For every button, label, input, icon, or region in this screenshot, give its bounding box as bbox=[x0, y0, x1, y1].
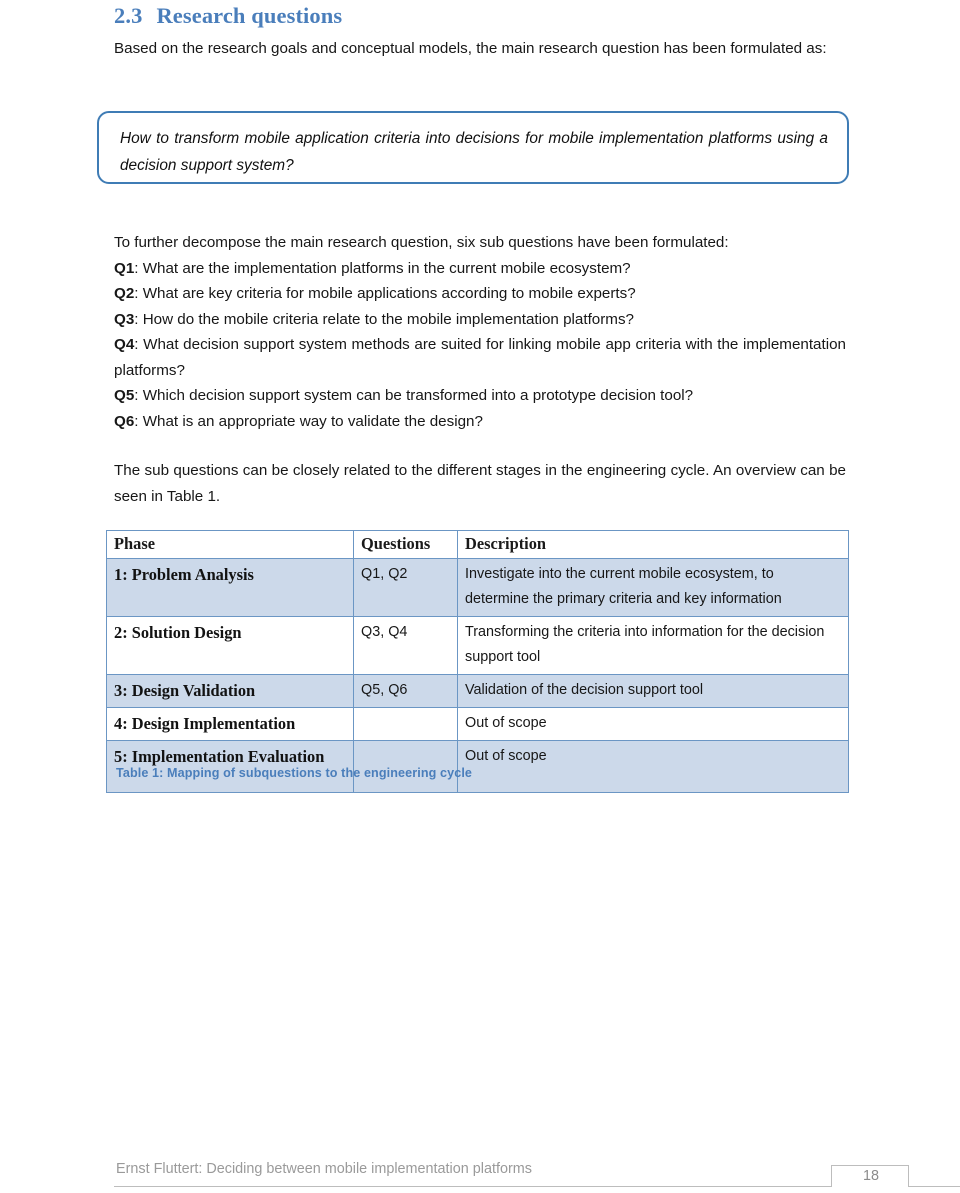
sub-question-q5: Q5: Which decision support system can be… bbox=[114, 383, 846, 409]
column-header-description: Description bbox=[457, 530, 849, 559]
table-header-row: Phase Questions Description bbox=[106, 530, 849, 559]
phase-table-wrapper: Phase Questions Description 1: Problem A… bbox=[106, 530, 849, 793]
table-row: 2: Solution Design Q3, Q4 Transforming t… bbox=[106, 616, 849, 675]
sub-question-q4-label: Q4 bbox=[114, 336, 135, 353]
cell-questions: Q5, Q6 bbox=[353, 674, 458, 708]
cell-phase: 2: Solution Design bbox=[106, 616, 354, 675]
sub-question-q3-label: Q3 bbox=[114, 310, 135, 328]
document-page: 2.3 Research questions Based on the resea… bbox=[0, 0, 960, 1193]
sub-question-q1: Q1: What are the implementation platform… bbox=[114, 256, 846, 282]
sub-question-q4: Q4: What decision support system methods… bbox=[114, 332, 846, 383]
table-row: 3: Design Validation Q5, Q6 Validation o… bbox=[106, 674, 849, 708]
sub-questions-section: To further decompose the main research q… bbox=[114, 230, 846, 509]
sub-question-q2-text: : What are key criteria for mobile appli… bbox=[134, 285, 636, 302]
phase-question-table: Phase Questions Description 1: Problem A… bbox=[106, 530, 849, 793]
cell-description: Investigate into the current mobile ecos… bbox=[457, 558, 849, 617]
sub-question-q3: Q3: How do the mobile criteria relate to… bbox=[114, 307, 846, 333]
cell-description: Out of scope bbox=[457, 707, 849, 741]
column-header-questions: Questions bbox=[353, 530, 458, 559]
decompose-paragraph: To further decompose the main research q… bbox=[114, 234, 729, 251]
sub-question-q5-label: Q5 bbox=[114, 387, 135, 404]
sub-question-q2-label: Q2 bbox=[114, 285, 135, 302]
sub-question-q3-text: : How do the mobile criteria relate to t… bbox=[134, 310, 634, 328]
main-research-question-box: How to transform mobile application crit… bbox=[97, 111, 849, 184]
footer-divider-left bbox=[114, 1186, 831, 1187]
cell-phase: 3: Design Validation bbox=[106, 674, 354, 708]
sub-question-q6: Q6: What is an appropriate way to valida… bbox=[114, 409, 846, 435]
sub-question-q6-text: : What is an appropriate way to validate… bbox=[134, 412, 483, 430]
overview-paragraph: The sub questions can be closely related… bbox=[114, 462, 846, 505]
intro-paragraph: Based on the research goals and conceptu… bbox=[114, 40, 827, 58]
page-number: 18 bbox=[862, 1168, 879, 1184]
section-title: Research questions bbox=[156, 3, 343, 28]
table-row: 4: Design Implementation Out of scope bbox=[106, 707, 849, 741]
cell-questions: Q1, Q2 bbox=[353, 558, 458, 617]
cell-description: Validation of the decision support tool bbox=[457, 674, 849, 708]
footer-divider-right bbox=[909, 1186, 960, 1187]
section-number: 2.3 bbox=[114, 3, 143, 28]
sub-question-q1-label: Q1 bbox=[114, 259, 135, 277]
cell-phase: 1: Problem Analysis bbox=[106, 558, 354, 617]
page-number-box: 18 bbox=[831, 1165, 909, 1187]
cell-description: Transforming the criteria into informati… bbox=[457, 616, 849, 675]
page-title: 2.3 Research questions bbox=[114, 0, 846, 30]
cell-phase: 4: Design Implementation bbox=[106, 707, 354, 741]
sub-question-q6-label: Q6 bbox=[114, 412, 135, 430]
cell-description: Out of scope bbox=[457, 740, 849, 793]
sub-question-q1-text: : What are the implementation platforms … bbox=[134, 259, 631, 277]
cell-questions: Q3, Q4 bbox=[353, 616, 458, 675]
cell-questions bbox=[353, 707, 458, 741]
page-content: 2.3 Research questions Based on the resea… bbox=[114, 0, 846, 62]
column-header-phase: Phase bbox=[106, 530, 354, 559]
sub-question-q4-text: : What decision support system methods a… bbox=[114, 336, 846, 379]
main-research-question-text: How to transform mobile application crit… bbox=[120, 130, 828, 174]
table-caption: Table 1: Mapping of subquestions to the … bbox=[116, 766, 473, 780]
sub-question-q2: Q2: What are key criteria for mobile app… bbox=[114, 281, 846, 307]
footer-text: Ernst Fluttert: Deciding between mobile … bbox=[116, 1161, 532, 1177]
sub-question-q5-text: : Which decision support system can be t… bbox=[134, 387, 694, 404]
table-row: 1: Problem Analysis Q1, Q2 Investigate i… bbox=[106, 558, 849, 617]
